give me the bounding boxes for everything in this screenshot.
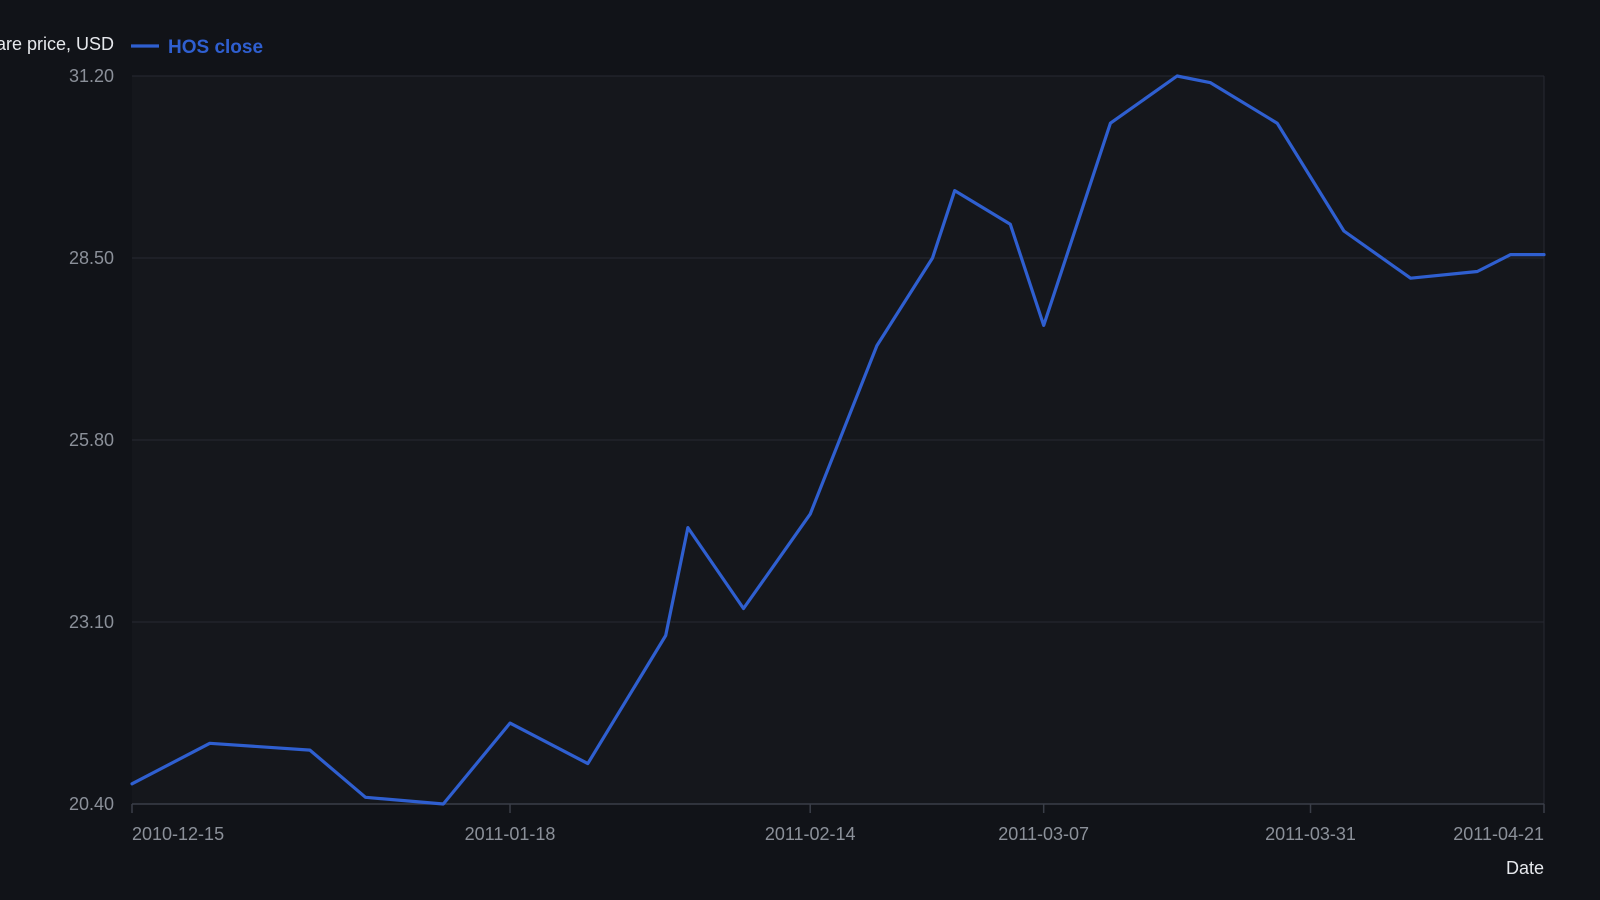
line-chart: 20.40 23.10 25.80 28.50 31.20 2010-12-15 2011-…	[0, 34, 1546, 878]
x-tick-label: 2010-12-15	[132, 824, 224, 844]
legend-label-hos-close: HOS close	[168, 37, 263, 58]
x-tick-label: 2011-02-14	[765, 824, 856, 844]
y-tick-label: 20.40	[69, 794, 114, 814]
legend: HOS close	[131, 37, 263, 58]
x-tick-label: 2011-01-18	[465, 824, 556, 844]
y-tick-label: 23.10	[69, 612, 114, 632]
x-tick-label: 2011-03-31	[1265, 824, 1356, 844]
y-tick-label: 25.80	[69, 430, 114, 450]
y-tick-label: 31.20	[69, 66, 114, 86]
x-axis-title: Date	[1506, 858, 1544, 878]
x-tick-label: 2011-03-07	[998, 824, 1089, 844]
y-tick-label: 28.50	[69, 248, 114, 268]
x-tick-label: 2011-04-21	[1453, 824, 1544, 844]
chart-container: 20.40 23.10 25.80 28.50 31.20 2010-12-15 2011-…	[0, 0, 1600, 900]
y-axis-title: Share price, USD	[0, 34, 114, 54]
